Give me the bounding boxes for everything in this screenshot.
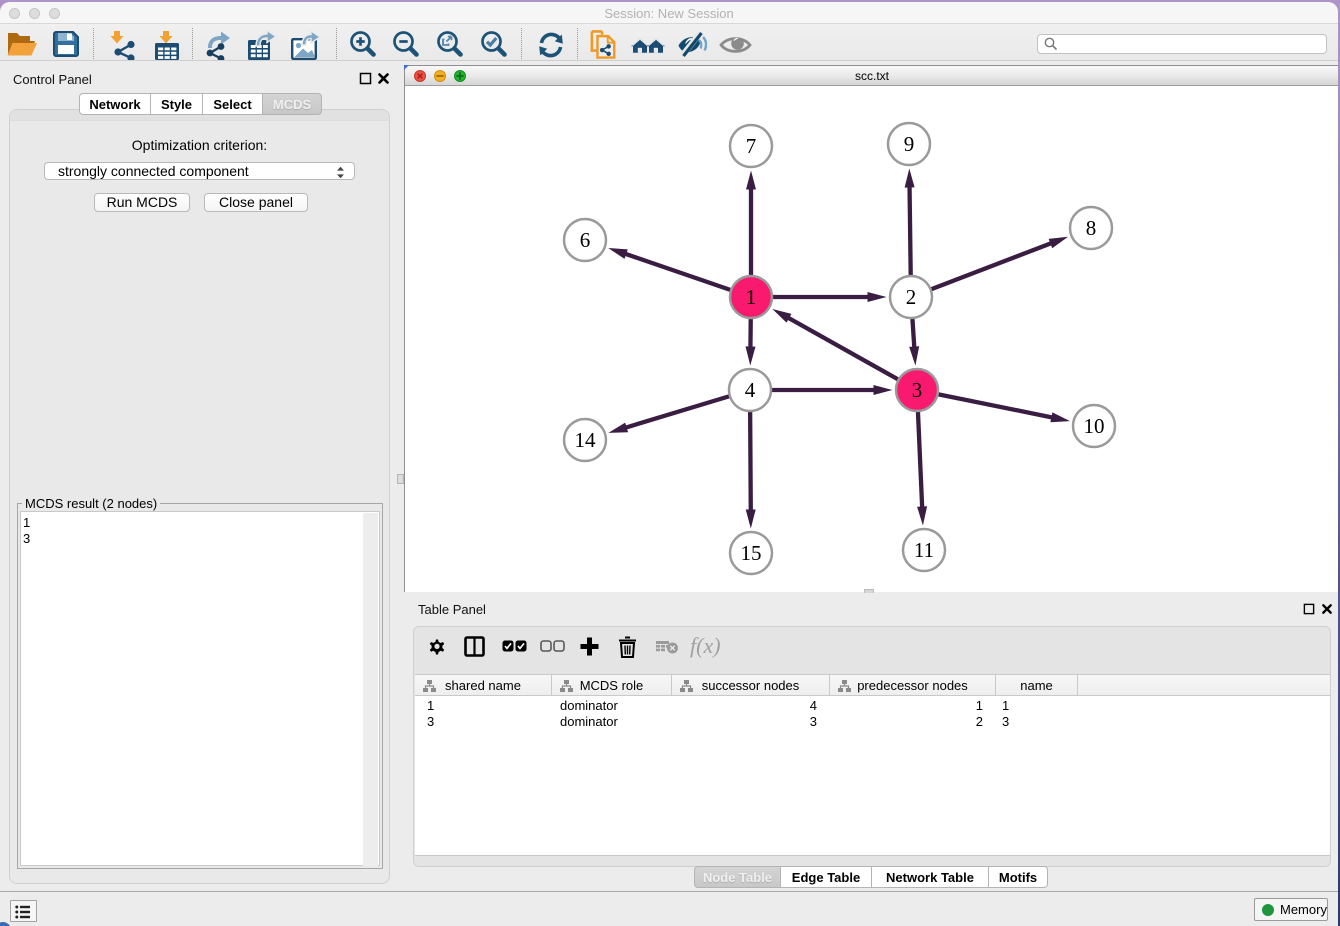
- svg-text:11: 11: [914, 538, 934, 562]
- svg-text:15: 15: [741, 541, 762, 565]
- svg-text:6: 6: [580, 228, 591, 252]
- svg-text:7: 7: [746, 134, 757, 158]
- svg-text:1: 1: [746, 285, 757, 309]
- svg-text:14: 14: [575, 428, 597, 452]
- svg-text:2: 2: [906, 285, 917, 309]
- svg-text:3: 3: [912, 378, 923, 402]
- svg-text:10: 10: [1084, 414, 1105, 438]
- svg-text:4: 4: [745, 378, 756, 402]
- svg-text:9: 9: [904, 132, 915, 156]
- svg-text:8: 8: [1086, 216, 1097, 240]
